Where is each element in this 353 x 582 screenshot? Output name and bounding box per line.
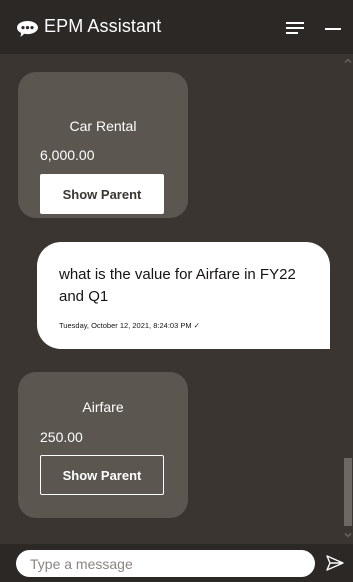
minimize-icon[interactable] [322,18,344,38]
user-message-bubble: what is the value for Airfare in FY22 an… [37,242,330,349]
scroll-down-arrow-icon[interactable] [343,530,353,540]
message-timestamp: Tuesday, October 12, 2021, 8:24:03 PM ✓ [59,321,200,330]
card-title: Airfare [82,399,124,415]
message-composer [0,544,353,582]
card-value: 250.00 [40,429,83,445]
card-title: Car Rental [69,118,137,134]
conversation-pane: Car Rental 6,000.00 Show Parent what is … [0,54,353,544]
bot-message-card: Airfare 250.00 Show Parent [18,372,188,518]
bot-message-card: Car Rental 6,000.00 Show Parent [18,72,188,218]
app-header: EPM Assistant [0,0,353,54]
chat-bubble-icon [17,21,38,37]
user-message-text: what is the value for Airfare in FY22 an… [59,266,296,305]
hamburger-menu-icon[interactable] [284,18,306,38]
message-input[interactable] [16,550,315,577]
scroll-up-arrow-icon[interactable] [343,56,353,66]
show-parent-button[interactable]: Show Parent [40,455,164,495]
show-parent-button[interactable]: Show Parent [40,174,164,214]
card-value: 6,000.00 [40,147,95,163]
app-title: EPM Assistant [44,16,162,36]
scrollbar-thumb[interactable] [344,458,352,526]
send-icon[interactable] [325,553,345,573]
